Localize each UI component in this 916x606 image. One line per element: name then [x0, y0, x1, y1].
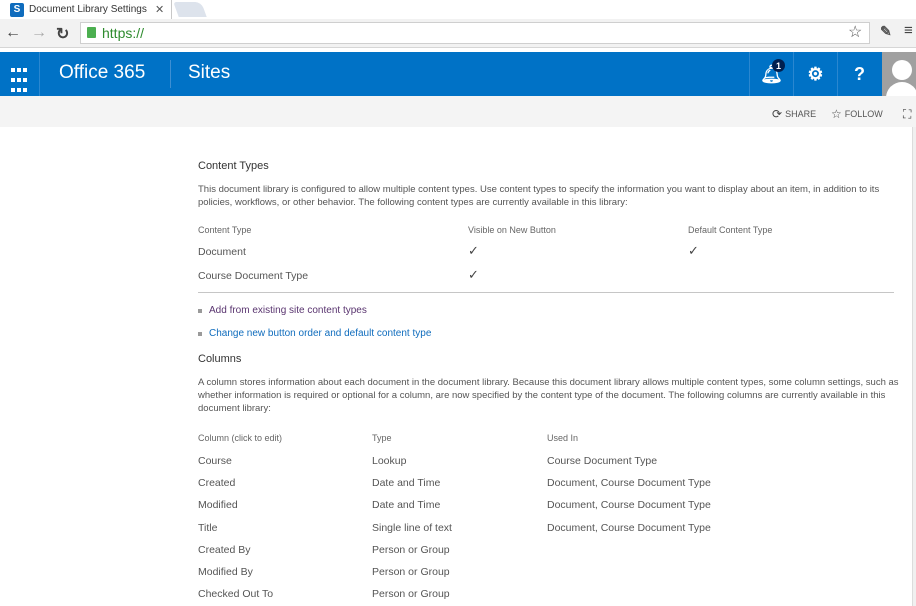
column-name[interactable]: Created: [198, 477, 235, 489]
content-types-description: This document library is configured to a…: [198, 184, 880, 208]
help-icon: ?: [854, 63, 865, 84]
settings-button[interactable]: ⚙: [793, 52, 837, 96]
column-used-in: Course Document Type: [547, 455, 658, 467]
star-icon: ☆: [831, 107, 842, 121]
share-button[interactable]: ⟳ SHARE: [772, 107, 816, 121]
office365-brand[interactable]: Office 365: [59, 62, 145, 84]
star-icon[interactable]: ☆: [848, 22, 862, 42]
header-type: Type: [372, 433, 392, 443]
column-used-in: Document, Course Document Type: [547, 521, 711, 534]
column-name[interactable]: Created By: [198, 544, 251, 556]
scrollbar[interactable]: [912, 127, 916, 606]
content-type-name[interactable]: Course Document Type: [198, 270, 308, 282]
help-button[interactable]: ?: [837, 52, 881, 96]
bullet-icon: [198, 308, 202, 313]
column-used-in: Document, Course Document Type: [547, 499, 711, 512]
column-type: Person or Group: [372, 588, 450, 601]
extension-icon[interactable]: ✎: [880, 23, 892, 40]
tab-title: Document Library Settings: [29, 4, 147, 15]
columns-heading: Columns: [198, 353, 242, 365]
forward-arrow-icon[interactable]: →: [31, 24, 47, 42]
add-existing-content-types-link[interactable]: Add from existing site content types: [198, 305, 367, 316]
link-text[interactable]: Add from existing site content types: [209, 305, 367, 316]
sites-link[interactable]: Sites: [188, 62, 230, 84]
reload-icon[interactable]: ↻: [56, 24, 69, 44]
browser-tab[interactable]: S Document Library Settings ✕: [4, 0, 172, 19]
header-content-type: Content Type: [198, 225, 252, 235]
column-name[interactable]: Modified By: [198, 566, 253, 578]
sharepoint-favicon-icon: S: [10, 2, 24, 17]
header-visible-on-new: Visible on New Button: [468, 225, 556, 235]
close-tab-icon[interactable]: ✕: [155, 3, 164, 16]
section-divider: [198, 292, 894, 293]
avatar[interactable]: [882, 52, 916, 96]
header-column: Column (click to edit): [198, 433, 283, 443]
share-icon: ⟳: [772, 107, 783, 121]
suite-bar: Office 365 Sites 🔔︎ 1 ⚙ ?: [0, 52, 916, 96]
follow-button[interactable]: ☆ FOLLOW: [831, 107, 883, 121]
header-used-in: Used In: [547, 433, 579, 443]
browser-tabstrip: S Document Library Settings ✕: [0, 0, 916, 19]
follow-label: FOLLOW: [844, 109, 883, 119]
checkmark-icon: ✓: [688, 243, 699, 258]
column-type: Lookup: [372, 455, 407, 467]
column-name[interactable]: Checked Out To: [198, 588, 273, 600]
column-name[interactable]: Modified: [198, 499, 238, 511]
share-label: SHARE: [785, 109, 817, 119]
app-launcher-icon[interactable]: [0, 52, 40, 96]
avatar-body: [886, 82, 916, 96]
notifications-button[interactable]: 🔔︎ 1: [749, 52, 793, 96]
column-type: Single line of text: [372, 521, 452, 534]
gear-icon: ⚙: [807, 63, 824, 84]
link-text[interactable]: Change new button order and default cont…: [209, 328, 431, 339]
column-used-in: Document, Course Document Type: [547, 477, 711, 490]
focus-on-content-icon[interactable]: ⛶: [903, 107, 911, 122]
menu-icon[interactable]: ≡: [904, 22, 913, 39]
columns-description: A column stores information about each d…: [198, 377, 899, 414]
address-bar[interactable]: https://: [80, 22, 870, 44]
browser-toolbar: ← → ↻ https:// ☆ ✎ ≡: [0, 19, 916, 48]
content-type-name[interactable]: Document: [198, 246, 246, 258]
column-type: Date and Time: [372, 477, 441, 490]
content-types-heading: Content Types: [198, 160, 269, 172]
change-button-order-link[interactable]: Change new button order and default cont…: [198, 328, 431, 339]
checkmark-icon: ✓: [468, 267, 479, 282]
avatar-head: [892, 60, 912, 80]
bullet-icon: [198, 331, 202, 336]
notification-badge: 1: [772, 59, 785, 72]
column-name[interactable]: Title: [198, 522, 217, 534]
header-default-content-type: Default Content Type: [688, 225, 773, 235]
action-bar: ⟳ SHARE ☆ FOLLOW ⛶: [0, 96, 916, 127]
back-arrow-icon[interactable]: ←: [5, 24, 21, 42]
column-type: Date and Time: [372, 499, 441, 512]
new-tab-button[interactable]: [173, 2, 207, 17]
url-text[interactable]: https://: [102, 25, 144, 41]
lock-icon: [87, 27, 96, 38]
column-type: Person or Group: [372, 566, 450, 578]
column-name[interactable]: Course: [198, 455, 232, 467]
column-type: Person or Group: [372, 543, 450, 556]
checkmark-icon: ✓: [468, 243, 479, 258]
divider: [170, 60, 171, 88]
screen: S Document Library Settings ✕ ← → ↻ http…: [0, 0, 916, 606]
